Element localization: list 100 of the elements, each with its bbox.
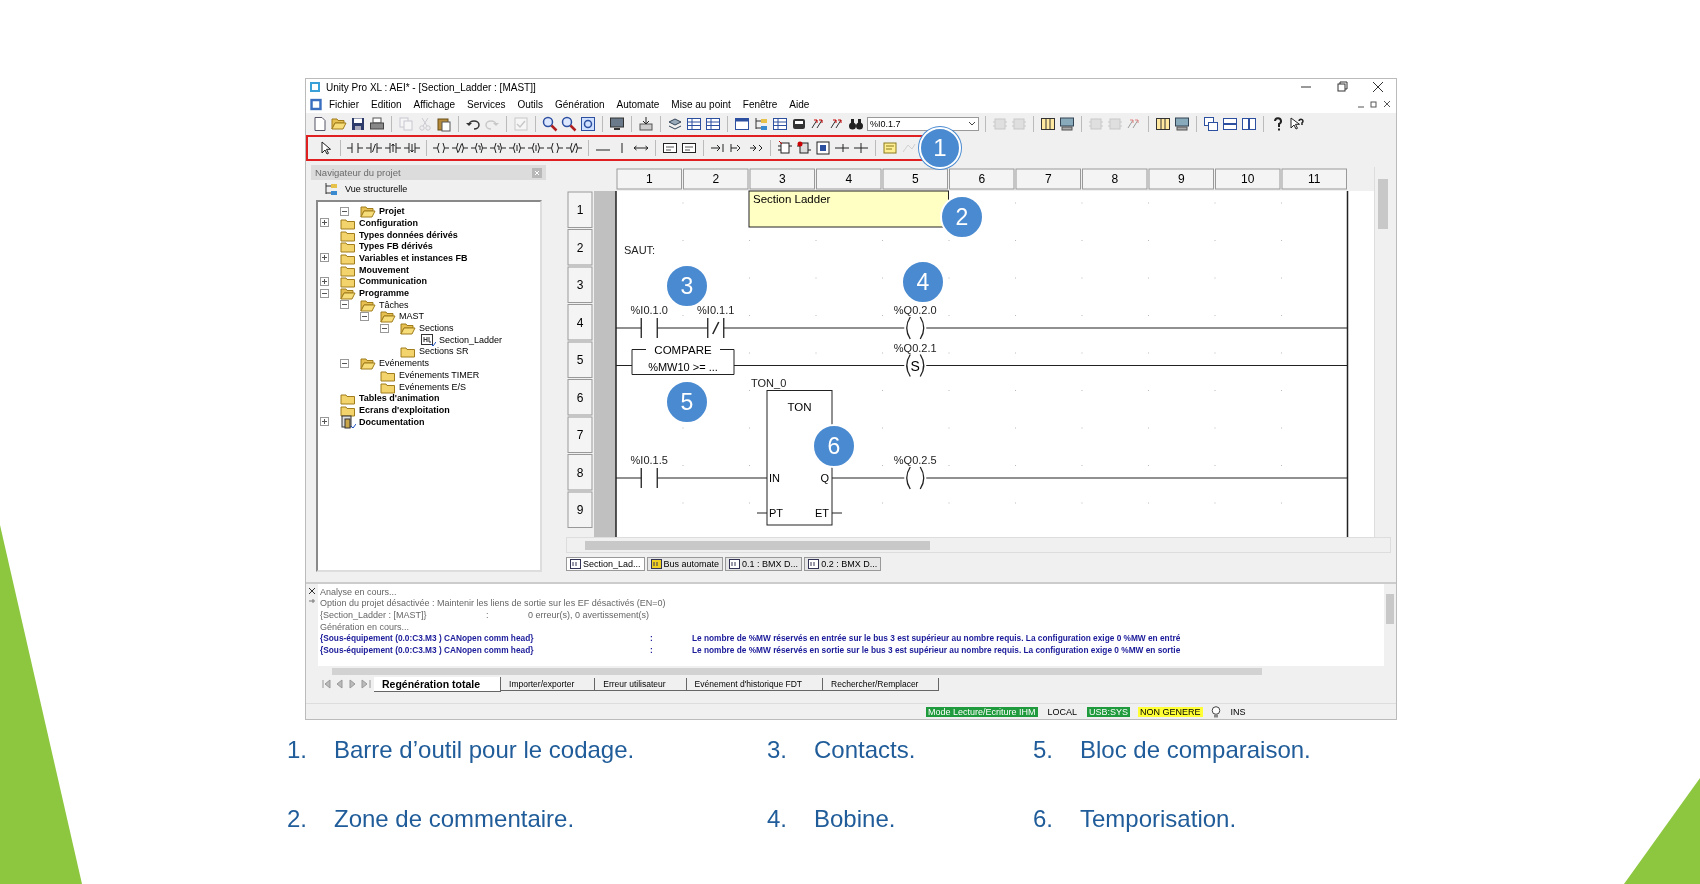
message-source: {Sous-équipement (0.0:C3.M3 ) CANopen comm head}: [320, 644, 535, 655]
column-header: 9: [1148, 168, 1214, 190]
tree-item[interactable]: Section_Ladder: [439, 334, 503, 345]
collapse-icon[interactable]: [380, 323, 389, 333]
address-label: %Q0.2.0: [893, 304, 937, 317]
address-label: %I0.1.5: [630, 454, 668, 467]
zoom-window-icon[interactable]: [580, 115, 596, 132]
status-item: USB:SYS: [1087, 706, 1131, 717]
tree-item[interactable]: Sections: [419, 323, 454, 334]
output-tab[interactable]: Erreur utilisateur: [595, 677, 687, 691]
menu-item[interactable]: Fichier: [323, 97, 365, 111]
output-tab[interactable]: Evénement d'historique FDT: [686, 677, 824, 691]
table-icon[interactable]: [705, 115, 721, 132]
menu-item[interactable]: Services: [461, 97, 512, 111]
tree-item[interactable]: Ecrans d'exploitation: [359, 404, 450, 415]
table-icon[interactable]: [772, 115, 788, 132]
tree-item[interactable]: Tables d'animation: [359, 393, 440, 404]
grid-icon[interactable]: [1040, 115, 1056, 132]
editor-tab[interactable]: 0.2 : BMX D...: [804, 557, 882, 572]
menu-item[interactable]: Aide: [783, 97, 816, 111]
new-document-icon[interactable]: [312, 115, 328, 132]
function-block-icon[interactable]: [796, 140, 812, 157]
context-help-icon[interactable]: [1289, 115, 1305, 132]
window-icon[interactable]: [734, 115, 750, 132]
collapse-icon[interactable]: [340, 358, 349, 368]
separator: :: [486, 610, 490, 621]
tree-item[interactable]: Projet: [379, 206, 405, 217]
tree-item[interactable]: MAST: [399, 311, 424, 322]
split-icon[interactable]: [1222, 115, 1238, 132]
close-icon[interactable]: [308, 587, 316, 596]
list-number: 1.: [287, 736, 308, 765]
export-icon[interactable]: [638, 115, 654, 132]
address-field[interactable]: %I0.1.7: [867, 116, 979, 131]
tree-item[interactable]: Programme: [359, 288, 410, 298]
editor-tab[interactable]: Bus automate: [646, 557, 724, 572]
expand-icon[interactable]: [320, 417, 329, 427]
zoom-out-icon[interactable]: [561, 115, 577, 132]
editor-tab[interactable]: Section_Lad...: [566, 557, 645, 572]
tree-item[interactable]: Mouvement: [359, 264, 409, 275]
print-icon[interactable]: [369, 115, 385, 132]
tree-item[interactable]: Tâches: [379, 299, 409, 310]
folder-icon: [340, 286, 356, 300]
tree-item[interactable]: Evénements: [379, 358, 430, 369]
comment-field[interactable]: Section Ladder: [748, 190, 949, 228]
vertical-scrollbar[interactable]: [1384, 584, 1396, 667]
folder-icon: [360, 356, 376, 371]
computer-icon[interactable]: [1059, 115, 1075, 132]
menu-item[interactable]: Génération: [549, 97, 611, 111]
menu-item[interactable]: Edition: [365, 97, 408, 111]
tree-item[interactable]: Sections SR: [419, 346, 469, 357]
window-title: Unity Pro XL : AEI* - [Section_Ladder : [MAST]]: [326, 81, 537, 93]
menu-item[interactable]: Mise au point: [665, 97, 737, 111]
column-header: 10: [1215, 168, 1281, 190]
horizontal-scrollbar[interactable]: [566, 537, 1391, 554]
tree-item[interactable]: Documentation: [359, 416, 425, 427]
panel-title: Navigateur du projet: [315, 167, 401, 179]
row-header: 5: [567, 341, 593, 379]
block-icon[interactable]: [815, 140, 831, 157]
address-label: %I0.1.0: [630, 304, 668, 317]
expand-icon[interactable]: [320, 218, 329, 228]
cursor-icon[interactable]: [318, 140, 334, 157]
cascade-icon[interactable]: [1203, 115, 1219, 132]
menu-item[interactable]: Affichage: [407, 97, 462, 111]
save-icon[interactable]: [350, 115, 366, 132]
tree-item[interactable]: Types données dérivés: [359, 229, 458, 240]
paste-icon[interactable]: [436, 115, 452, 132]
separator: :: [650, 644, 654, 655]
zoom-in-icon[interactable]: [542, 115, 558, 132]
table-icon[interactable]: [686, 115, 702, 132]
function-block-icon[interactable]: [777, 140, 793, 157]
menu-item[interactable]: Automate: [610, 97, 666, 111]
collapse-icon[interactable]: [340, 206, 349, 216]
computer-icon[interactable]: [1174, 115, 1190, 132]
tree-item[interactable]: Configuration: [359, 217, 418, 228]
output-tab[interactable]: Rechercher/Remplacer: [823, 677, 940, 691]
menu-item[interactable]: Outils: [511, 97, 550, 111]
output-tab[interactable]: Regénération totale: [374, 676, 502, 692]
close-button[interactable]: [1382, 99, 1392, 110]
restore-button[interactable]: [1369, 99, 1379, 110]
tree-icon[interactable]: [753, 115, 769, 132]
document-icon[interactable]: [309, 97, 323, 111]
collapse-icon[interactable]: [360, 311, 369, 321]
output-tab[interactable]: Importer/exporter: [501, 677, 596, 691]
editor-tab[interactable]: 0.1 : BMX D...: [725, 557, 803, 572]
expand-icon[interactable]: [320, 253, 329, 263]
tree-item[interactable]: Evénements E/S: [399, 381, 467, 392]
collapse-icon[interactable]: [340, 300, 349, 310]
tree-item[interactable]: Communication: [359, 276, 427, 287]
split-icon[interactable]: [1241, 115, 1257, 132]
expand-icon[interactable]: [320, 276, 329, 286]
message-text: 0 erreur(s), 0 avertissement(s): [528, 610, 650, 621]
column-header: 5: [882, 168, 948, 190]
menu-item[interactable]: Fenêtre: [736, 97, 784, 111]
tree-item[interactable]: Evénements TIMER: [399, 369, 480, 380]
monitor-icon[interactable]: [609, 115, 625, 132]
tree-item[interactable]: Variables et instances FB: [359, 252, 468, 263]
grid-icon[interactable]: [1155, 115, 1171, 132]
tree-item[interactable]: Types FB dérivés: [359, 241, 433, 252]
separator: :: [650, 633, 654, 644]
collapse-icon[interactable]: [320, 288, 329, 298]
